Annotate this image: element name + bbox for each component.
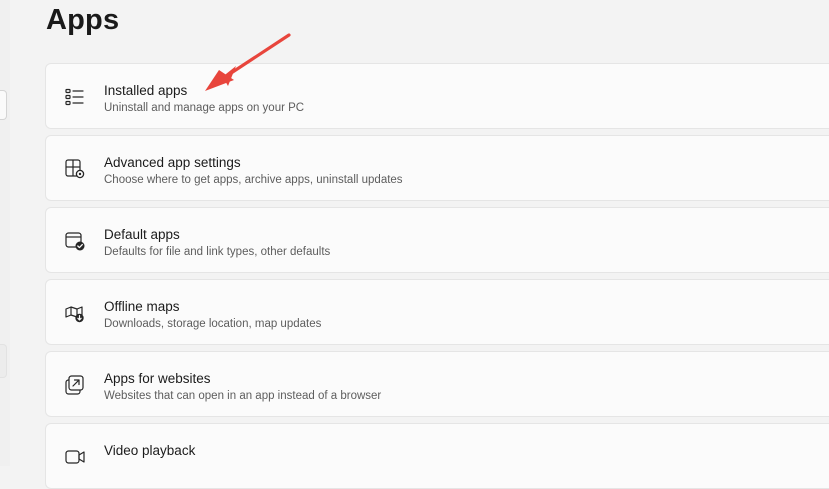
video-camera-icon [64, 446, 86, 468]
advanced-app-settings-card[interactable]: Advanced app settings Choose where to ge… [45, 135, 829, 201]
offline-maps-title: Offline maps [104, 299, 180, 314]
apps-for-websites-title: Apps for websites [104, 371, 211, 386]
advanced-app-settings-subtitle: Choose where to get apps, archive apps, … [104, 174, 403, 186]
open-in-app-icon [64, 374, 86, 396]
page-title: Apps [46, 4, 120, 36]
video-playback-card[interactable]: Video playback [45, 423, 829, 489]
apps-for-websites-subtitle: Websites that can open in an app instead… [104, 390, 382, 402]
app-settings-icon [64, 158, 86, 180]
navigation-search-edge[interactable] [0, 90, 7, 120]
installed-apps-subtitle: Uninstall and manage apps on your PC [104, 102, 305, 114]
video-playback-title: Video playback [104, 443, 196, 458]
default-apps-icon [64, 230, 86, 252]
default-apps-subtitle: Defaults for file and link types, other … [104, 246, 331, 258]
default-apps-title: Default apps [104, 227, 180, 242]
offline-maps-card[interactable]: Offline maps Downloads, storage location… [45, 279, 829, 345]
installed-apps-title: Installed apps [104, 83, 188, 98]
navigation-item-edge[interactable] [0, 344, 7, 378]
installed-apps-card[interactable]: Installed apps Uninstall and manage apps… [45, 63, 829, 129]
navigation-pane-edge [0, 0, 10, 466]
offline-map-icon [64, 302, 86, 324]
list-icon [64, 86, 86, 108]
advanced-app-settings-title: Advanced app settings [104, 155, 241, 170]
default-apps-card[interactable]: Default apps Defaults for file and link … [45, 207, 829, 273]
apps-for-websites-card[interactable]: Apps for websites Websites that can open… [45, 351, 829, 417]
offline-maps-subtitle: Downloads, storage location, map updates [104, 318, 322, 330]
